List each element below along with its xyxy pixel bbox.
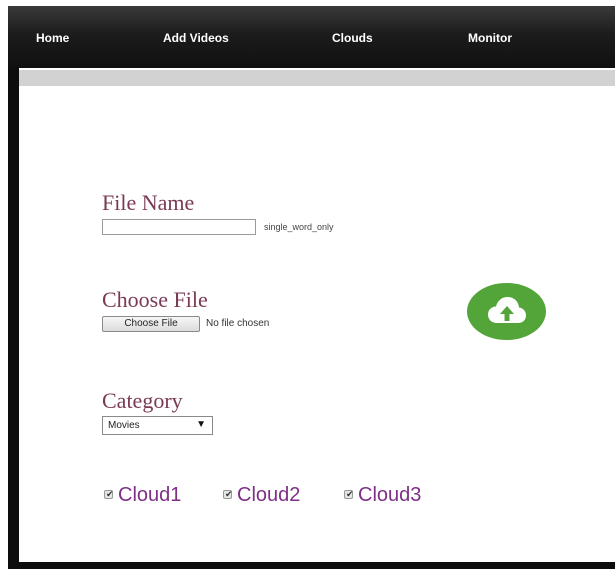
header-divider-strip — [19, 70, 615, 86]
category-select[interactable]: Movies ▼ — [102, 416, 213, 435]
cloud-upload-icon — [488, 297, 526, 323]
category-selected-value: Movies — [108, 420, 140, 431]
checkmark-icon: ✔ — [225, 489, 233, 499]
left-border-bar — [8, 68, 19, 569]
file-name-input[interactable] — [102, 219, 256, 235]
category-label: Category — [102, 388, 183, 413]
choose-file-button[interactable]: Choose File — [102, 316, 200, 332]
cloud2-label: Cloud2 — [237, 484, 301, 506]
checkmark-icon: ✔ — [346, 489, 354, 499]
cloud1-checkbox[interactable]: ✔ — [104, 489, 114, 499]
cloud2-checkbox[interactable]: ✔ — [223, 489, 233, 499]
checkmark-icon: ✔ — [106, 489, 114, 499]
upload-button[interactable] — [467, 283, 546, 340]
top-navbar: Home Add Videos Clouds Monitor — [8, 6, 615, 68]
cloud1-label: Cloud1 — [118, 484, 182, 506]
cloud3-checkbox[interactable]: ✔ — [344, 489, 354, 499]
bottom-border-bar — [8, 562, 615, 569]
nav-clouds-link[interactable]: Clouds — [332, 31, 373, 45]
file-name-label: File Name — [102, 190, 195, 215]
nav-monitor-link[interactable]: Monitor — [468, 31, 512, 45]
file-status-text: No file chosen — [206, 318, 270, 329]
nav-home-link[interactable]: Home — [36, 31, 69, 45]
choose-file-label: Choose File — [102, 287, 208, 312]
cloud3-label: Cloud3 — [358, 484, 422, 506]
file-name-hint: single_word_only — [264, 222, 334, 232]
dropdown-arrow-icon: ▼ — [196, 419, 206, 430]
nav-add-videos-link[interactable]: Add Videos — [163, 31, 229, 45]
